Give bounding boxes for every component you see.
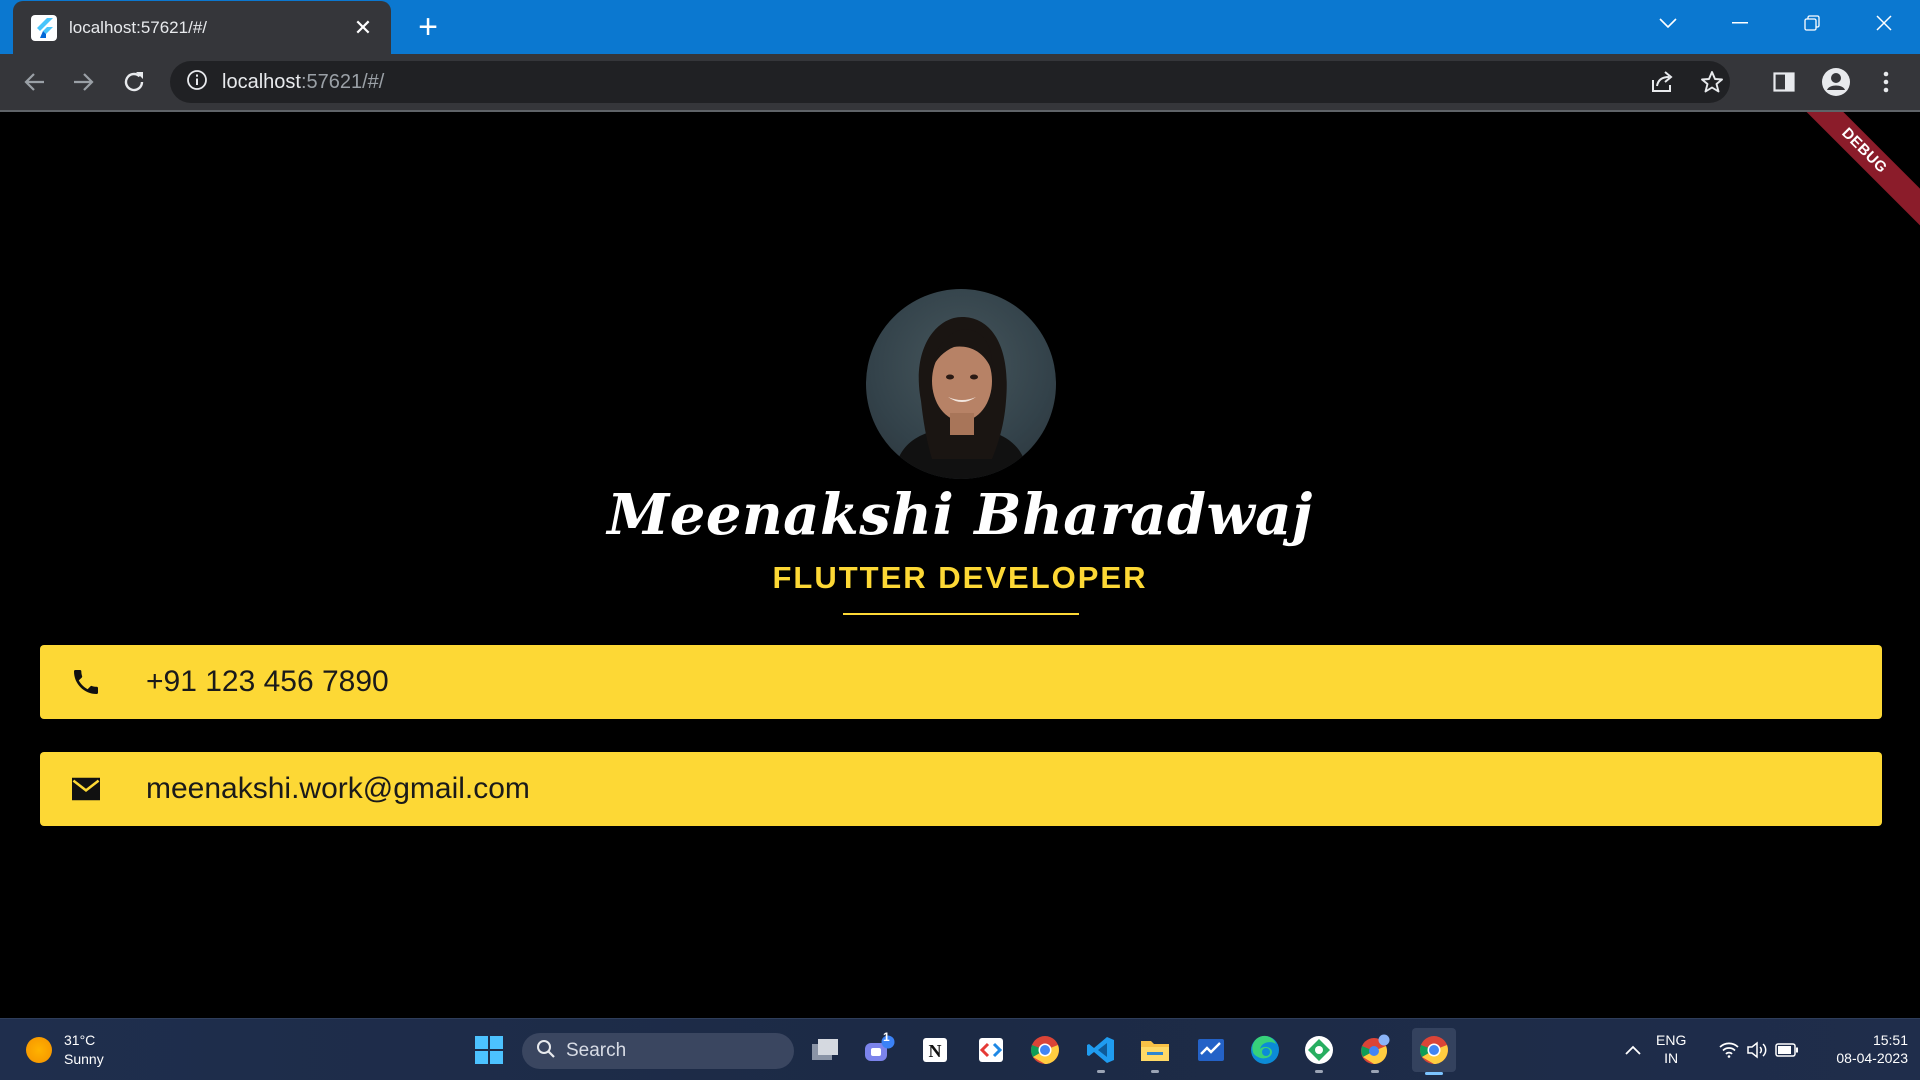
taskbar-search-box[interactable]: Search — [522, 1033, 794, 1069]
show-hidden-icons-chevron-icon[interactable] — [1616, 1033, 1650, 1067]
running-indicator — [1315, 1070, 1323, 1073]
active-indicator — [1425, 1072, 1443, 1075]
browser-toolbar: localhost:57621/#/ — [0, 54, 1920, 110]
profile-avatar — [866, 289, 1056, 479]
browser-menu-icon[interactable] — [1870, 66, 1902, 98]
clock-date: 08-04-2023 — [1836, 1050, 1908, 1066]
chrome-profile-icon[interactable] — [1358, 1033, 1392, 1073]
email-card[interactable]: meenakshi.work@gmail.com — [40, 752, 1882, 826]
restore-window-icon[interactable] — [1782, 8, 1842, 38]
clock[interactable]: 15:51 08-04-2023 — [1808, 1031, 1908, 1067]
address-bar[interactable]: localhost:57621/#/ — [170, 61, 1730, 103]
whiteboard-icon[interactable] — [1194, 1033, 1228, 1067]
bookmark-star-icon[interactable] — [1700, 61, 1724, 103]
browser-tab[interactable]: localhost:57621/#/ ✕ — [13, 1, 391, 54]
profile-role: FLUTTER DEVELOPER — [772, 560, 1148, 595]
tab-close-icon[interactable]: ✕ — [351, 16, 375, 39]
tab-search-chevron-icon[interactable] — [1638, 8, 1698, 38]
weather-condition: Sunny — [64, 1051, 104, 1067]
back-arrow-icon[interactable] — [18, 66, 50, 98]
minimize-window-icon[interactable] — [1710, 8, 1770, 38]
phone-number: +91 123 456 7890 — [146, 665, 389, 698]
running-indicator — [1151, 1070, 1159, 1073]
chrome-icon[interactable] — [1028, 1033, 1062, 1067]
mail-icon — [68, 771, 104, 807]
new-tab-button[interactable]: + — [410, 10, 446, 46]
clock-time: 15:51 — [1872, 1032, 1908, 1048]
profile-name: Meenakshi Bharadwaj — [607, 482, 1313, 548]
weather-widget[interactable]: 31°C Sunny — [26, 1031, 104, 1069]
volume-icon[interactable] — [1740, 1033, 1774, 1067]
vscode-icon[interactable] — [1084, 1033, 1118, 1073]
app-page: DEBUG Meenakshi Bharadwaj FLUTTER DEVELO… — [0, 112, 1920, 1018]
profile-avatar-icon[interactable] — [1820, 66, 1852, 98]
battery-icon[interactable] — [1770, 1033, 1804, 1067]
input-language[interactable]: ENG IN — [1656, 1031, 1686, 1067]
code-editor-icon[interactable] — [974, 1033, 1008, 1067]
chrome-active-icon[interactable] — [1412, 1028, 1456, 1075]
edge-icon[interactable] — [1248, 1033, 1282, 1067]
weather-temperature: 31°C — [64, 1032, 96, 1048]
phone-card[interactable]: +91 123 456 7890 — [40, 645, 1882, 719]
teams-badge: 1 — [883, 1030, 890, 1044]
sun-icon — [26, 1037, 52, 1063]
flutter-favicon-icon — [31, 14, 57, 41]
debug-banner: DEBUG — [1784, 112, 1920, 231]
side-panel-icon[interactable] — [1768, 66, 1800, 98]
running-indicator — [1097, 1070, 1105, 1073]
file-explorer-icon[interactable] — [1138, 1033, 1172, 1073]
tab-title: localhost:57621/#/ — [69, 17, 207, 37]
site-info-icon[interactable] — [186, 69, 208, 96]
close-window-icon[interactable] — [1854, 8, 1914, 38]
phone-icon — [68, 664, 104, 700]
notion-icon[interactable]: N — [918, 1033, 952, 1067]
git-tool-icon[interactable] — [1302, 1033, 1336, 1073]
windows-start-icon[interactable] — [472, 1033, 506, 1067]
search-label: Search — [566, 1040, 627, 1061]
url-text: localhost:57621/#/ — [222, 70, 385, 93]
svg-text:N: N — [929, 1041, 942, 1061]
running-indicator — [1371, 1070, 1379, 1073]
teams-chat-icon[interactable]: 1 — [862, 1030, 896, 1067]
share-icon[interactable] — [1650, 61, 1676, 103]
windows-taskbar: 31°C Sunny Search 1 N ENG IN 15:51 08-04… — [0, 1018, 1920, 1080]
reload-icon[interactable] — [118, 66, 150, 98]
forward-arrow-icon[interactable] — [68, 66, 100, 98]
browser-titlebar: localhost:57621/#/ ✕ + — [0, 0, 1920, 54]
search-icon — [536, 1039, 556, 1064]
email-address: meenakshi.work@gmail.com — [146, 772, 530, 805]
task-view-icon[interactable] — [808, 1033, 842, 1067]
yellow-divider — [843, 613, 1079, 615]
